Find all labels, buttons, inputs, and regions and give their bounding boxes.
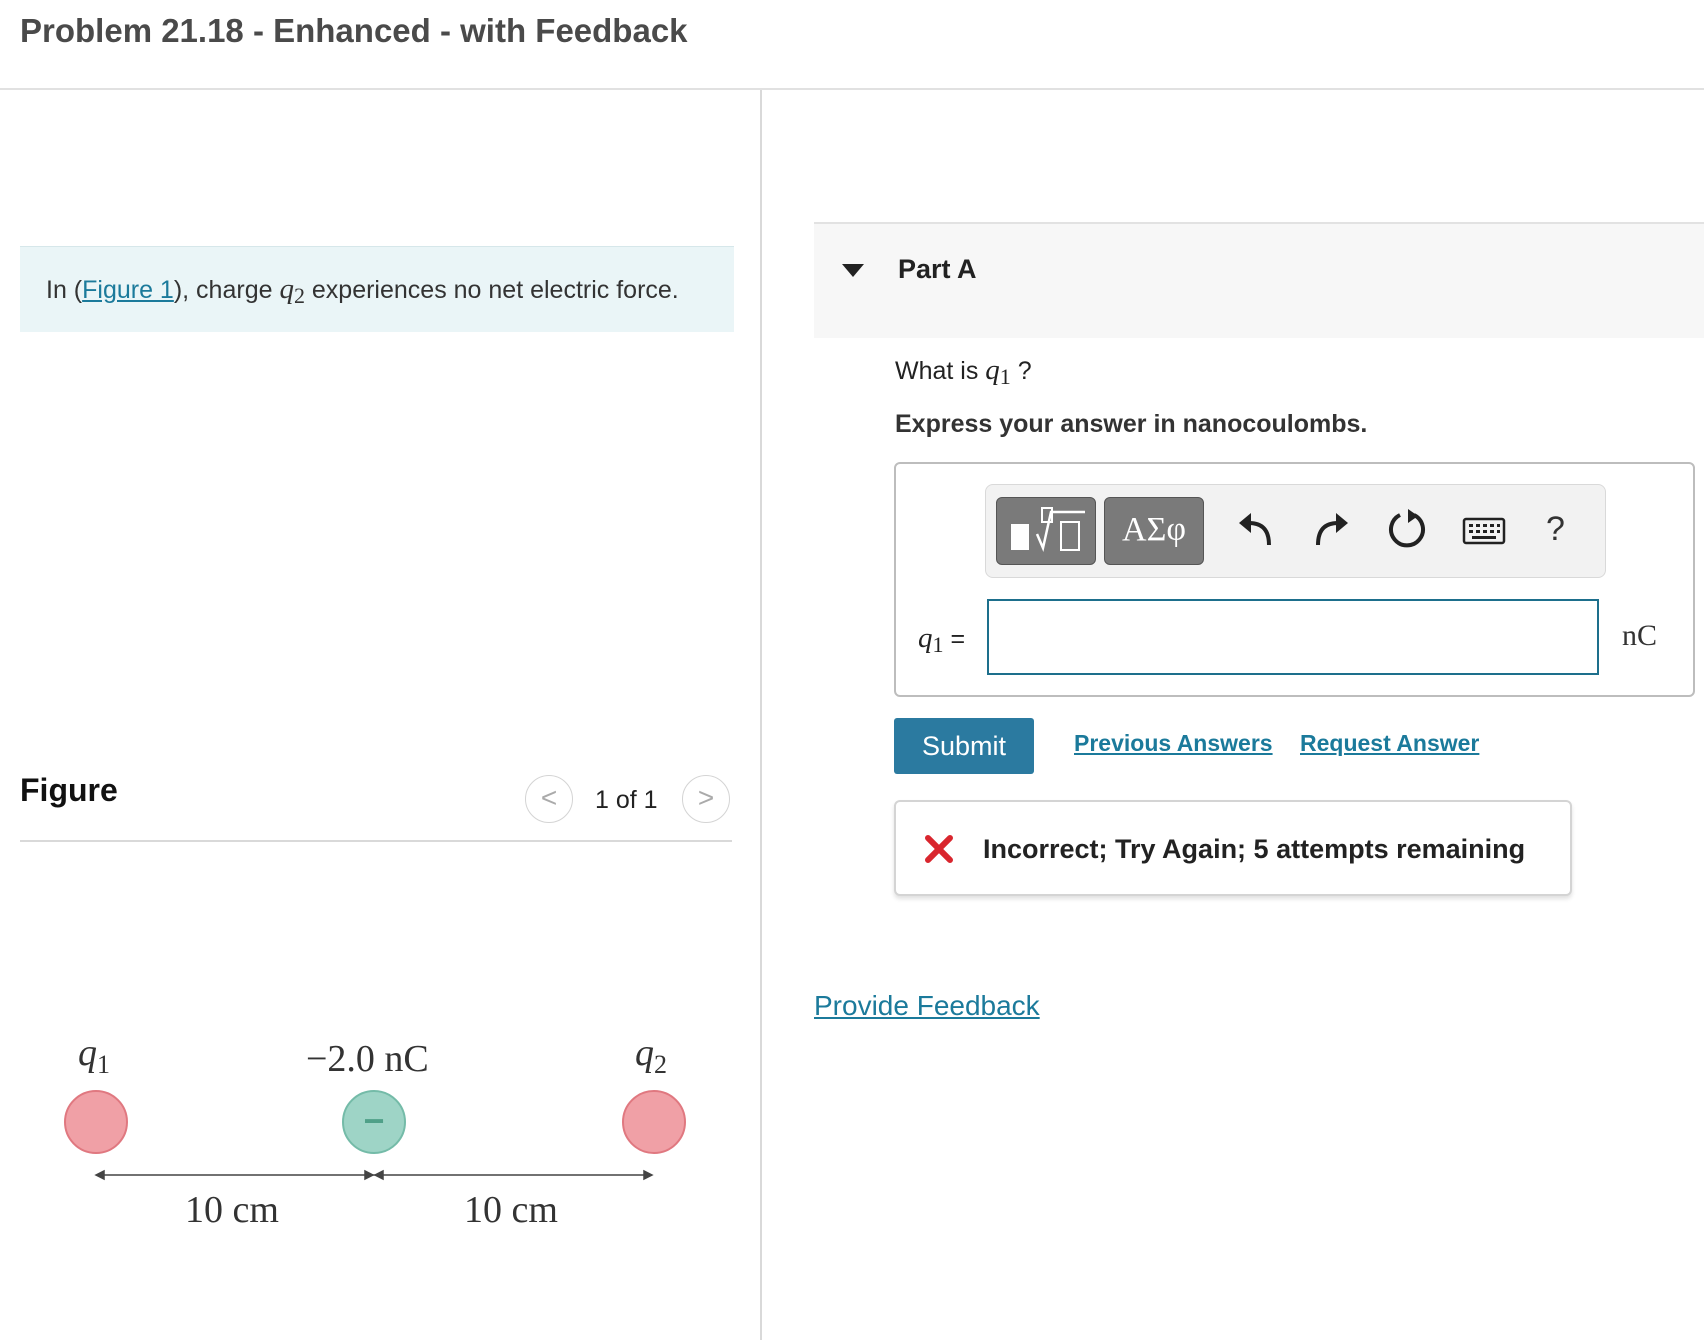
help-icon: ? [1546, 510, 1565, 548]
incorrect-x-icon [925, 835, 953, 863]
chevron-right-icon: > [697, 782, 715, 813]
answer-input[interactable] [987, 599, 1599, 675]
intro-variable: q2 [279, 273, 305, 308]
figure-title: Figure [20, 772, 118, 808]
figure-next-button[interactable]: > [682, 775, 730, 823]
undo-icon[interactable] [1231, 505, 1281, 557]
collapse-caret-icon[interactable] [842, 264, 864, 277]
submit-button[interactable]: Submit [894, 718, 1034, 774]
negative-sign-icon: − [363, 1100, 384, 1141]
q1-charge [64, 1090, 128, 1154]
chevron-left-icon: < [540, 782, 558, 813]
figure-prev-button[interactable]: < [525, 775, 573, 823]
part-a-title: Part A [898, 254, 977, 284]
left-distance-label: 10 cm [185, 1189, 279, 1231]
math-toolbar: ΑΣφ ? [985, 484, 1606, 578]
part-a-header[interactable]: Part A [814, 222, 1704, 338]
provide-feedback-link[interactable]: Provide Feedback [814, 990, 1040, 1022]
feedback-text: Incorrect; Try Again; 5 attempts remaini… [983, 834, 1526, 864]
templates-icon [1011, 507, 1085, 553]
figure-divider [20, 840, 732, 842]
q1-label: q1 [78, 1032, 110, 1079]
charge-diagram: q1 −2.0 nC q2 − 10 cm 10 cm [64, 1032, 686, 1231]
question-text: What is q1 ? [895, 354, 1032, 389]
problem-intro: In (Figure 1), charge q2 experiences no … [20, 246, 734, 332]
answer-variable-label: q1 = [918, 622, 966, 657]
request-answer-link[interactable]: Request Answer [1300, 730, 1479, 757]
middle-charge-label: −2.0 nC [306, 1038, 429, 1080]
templates-button[interactable] [996, 497, 1096, 565]
right-distance-label: 10 cm [464, 1189, 558, 1231]
page-header: Problem 21.18 - Enhanced - with Feedback [0, 0, 1704, 90]
q2-label: q2 [635, 1032, 667, 1079]
distance-arrows [94, 1169, 654, 1181]
keyboard-icon[interactable] [1462, 505, 1506, 557]
previous-answers-link[interactable]: Previous Answers [1074, 730, 1273, 757]
redo-icon[interactable] [1306, 505, 1356, 557]
greek-symbols-icon: ΑΣφ [1122, 511, 1186, 548]
help-button[interactable]: ? [1546, 511, 1565, 547]
q2-charge [622, 1090, 686, 1154]
figure-pager-text: 1 of 1 [595, 786, 658, 814]
reset-icon[interactable] [1382, 505, 1432, 557]
panel-divider [760, 90, 762, 1340]
answer-unit: nC [1622, 619, 1658, 652]
page-title: Problem 21.18 - Enhanced - with Feedback [20, 12, 688, 49]
answer-box: ΑΣφ ? q1 = nC [894, 462, 1695, 697]
intro-text: In (Figure 1), charge q2 experiences no … [46, 273, 679, 308]
feedback-message: Incorrect; Try Again; 5 attempts remaini… [894, 800, 1572, 896]
figure-link[interactable]: Figure 1 [82, 276, 174, 304]
greek-symbols-button[interactable]: ΑΣφ [1104, 497, 1204, 565]
answer-instruction: Express your answer in nanocoulombs. [895, 410, 1368, 438]
